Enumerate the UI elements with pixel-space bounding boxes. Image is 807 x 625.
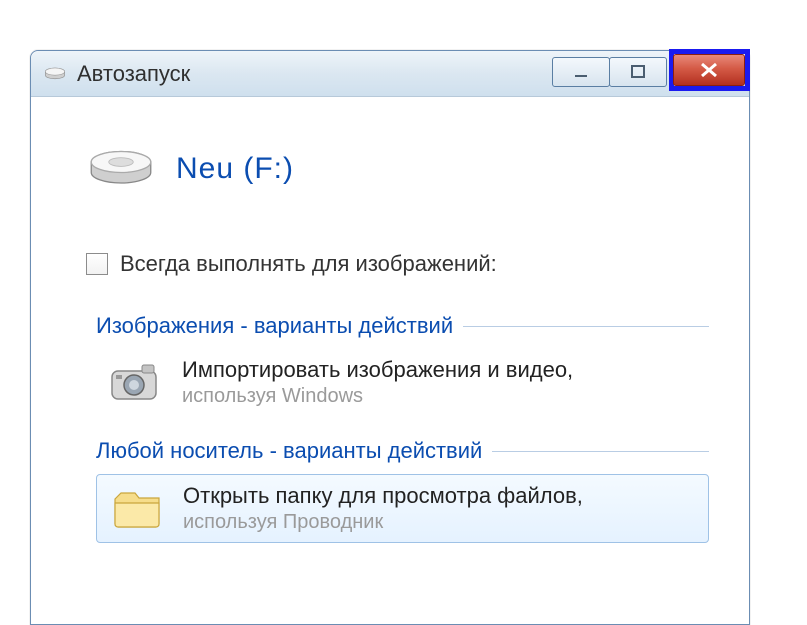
minimize-button[interactable] xyxy=(552,57,610,87)
titlebar[interactable]: Автозапуск xyxy=(31,51,749,97)
action-main-label: Импортировать изображения и видео, xyxy=(182,357,573,383)
action-import-pictures[interactable]: Импортировать изображения и видео, испол… xyxy=(96,349,709,416)
camera-icon xyxy=(108,358,164,408)
divider xyxy=(492,451,709,452)
checkbox-icon[interactable] xyxy=(86,253,108,275)
checkbox-label: Всегда выполнять для изображений: xyxy=(120,251,497,277)
section-title: Изображения - варианты действий xyxy=(96,313,453,339)
window-title: Автозапуск xyxy=(77,61,553,87)
content-area: Neu (F:) Всегда выполнять для изображени… xyxy=(31,97,749,543)
close-highlight xyxy=(669,49,750,91)
action-sub-label: используя Windows xyxy=(182,385,573,408)
section-header-images: Изображения - варианты действий xyxy=(96,313,709,339)
drive-name: Neu (F:) xyxy=(176,152,294,186)
action-text: Импортировать изображения и видео, испол… xyxy=(182,357,573,408)
close-button[interactable] xyxy=(673,54,745,86)
section-title: Любой носитель - варианты действий xyxy=(96,438,482,464)
always-do-checkbox-row[interactable]: Всегда выполнять для изображений: xyxy=(86,251,709,277)
drive-icon xyxy=(86,147,156,191)
action-open-folder[interactable]: Открыть папку для просмотра файлов, испо… xyxy=(96,474,709,543)
folder-icon xyxy=(109,484,165,534)
drive-icon xyxy=(43,65,67,83)
window-controls xyxy=(553,57,745,91)
autoplay-window: Автозапуск xyxy=(30,50,750,625)
action-main-label: Открыть папку для просмотра файлов, xyxy=(183,483,583,509)
divider xyxy=(463,326,709,327)
section-header-any-media: Любой носитель - варианты действий xyxy=(96,438,709,464)
action-text: Открыть папку для просмотра файлов, испо… xyxy=(183,483,583,534)
action-sub-label: используя Проводник xyxy=(183,511,583,534)
maximize-button[interactable] xyxy=(609,57,667,87)
drive-header: Neu (F:) xyxy=(86,147,709,191)
